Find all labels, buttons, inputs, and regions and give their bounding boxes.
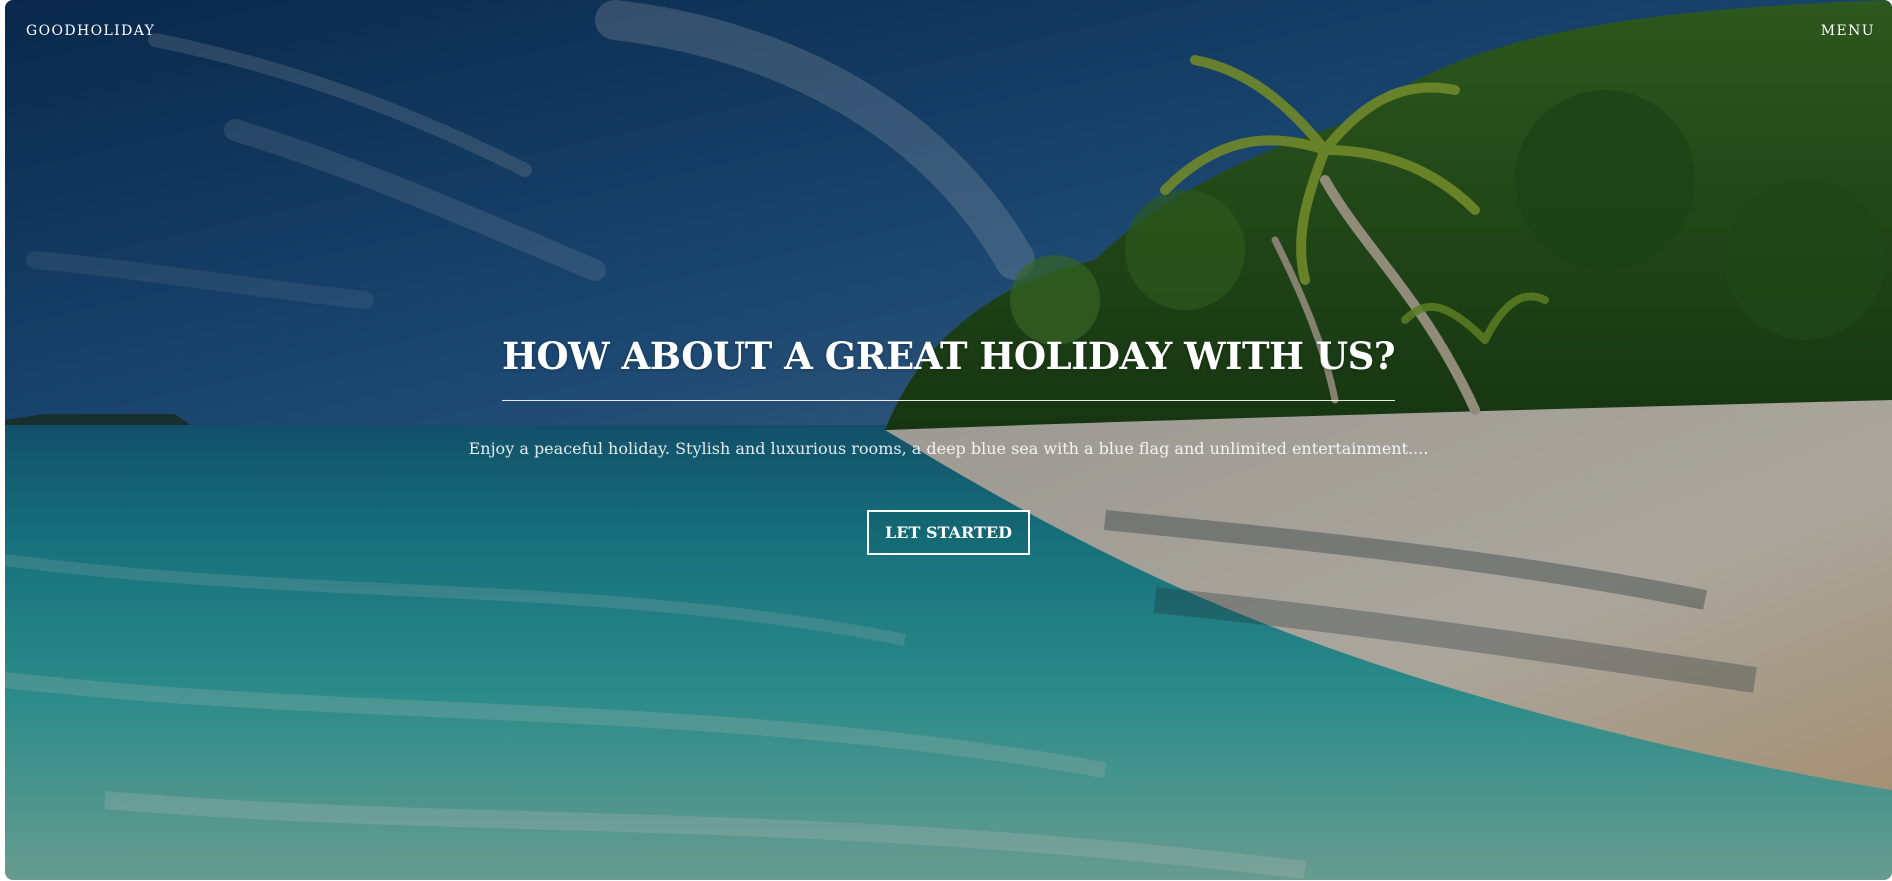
hero-section: GOODHOLIDAY MENU HOW ABOUT A GREAT HOLID… [5,0,1892,880]
brand-logo[interactable]: GOODHOLIDAY [26,23,155,39]
hero-content: HOW ABOUT A GREAT HOLIDAY WITH US? Enjoy… [5,334,1892,555]
get-started-button[interactable]: LET STARTED [867,510,1030,555]
menu-button[interactable]: MENU [1821,23,1875,39]
hero-subtitle: Enjoy a peaceful holiday. Stylish and lu… [468,439,1429,458]
hero-title: HOW ABOUT A GREAT HOLIDAY WITH US? [501,334,1396,401]
